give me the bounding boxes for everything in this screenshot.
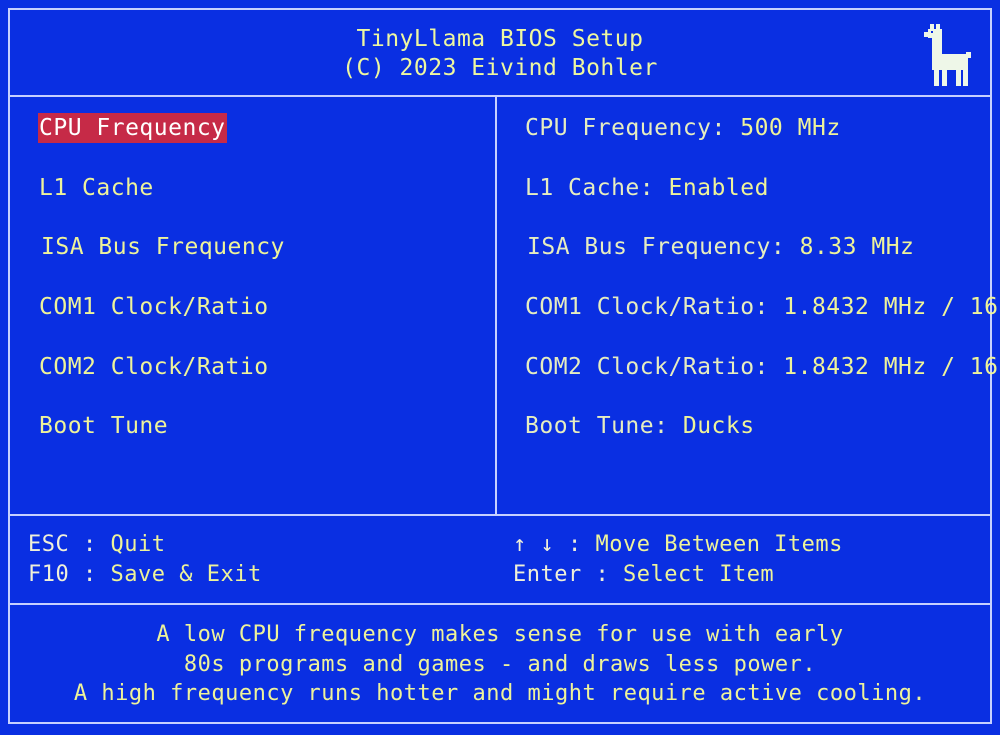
key-help-esc: ESC : Quit (28, 530, 165, 560)
value-cpu-frequency: CPU Frequency: 500 MHz (525, 113, 841, 143)
frame-keys-divider (8, 603, 992, 605)
frame-header-divider (8, 95, 992, 97)
key-separator: : (595, 562, 610, 587)
value-text: Enabled (668, 175, 769, 201)
menu-item-l1-cache[interactable]: L1 Cache (38, 173, 155, 203)
value-label: COM2 Clock/Ratio: (525, 354, 769, 380)
value-com1-clock-ratio: COM1 Clock/Ratio: 1.8432 MHz / 16 (525, 292, 998, 322)
value-boot-tune: Boot Tune: Ducks (525, 411, 755, 441)
value-l1-cache: L1 Cache: Enabled (525, 173, 769, 203)
value-label: ISA Bus Frequency: (527, 234, 786, 260)
value-label: CPU Frequency: (525, 115, 726, 141)
key-name: F10 (28, 562, 70, 587)
key-help-enter: Enter : Select Item (513, 560, 774, 590)
menu-item-isa-bus-frequency[interactable]: ISA Bus Frequency (40, 232, 286, 262)
arrow-keys-icon: ↑ ↓ (513, 532, 555, 557)
key-description: Move Between Items (595, 532, 843, 557)
key-name: ESC (28, 532, 70, 557)
key-help-f10: F10 : Save & Exit (28, 560, 262, 590)
value-com2-clock-ratio: COM2 Clock/Ratio: 1.8432 MHz / 16 (525, 352, 998, 382)
help-description: A low CPU frequency makes sense for use … (0, 620, 1000, 709)
value-text: 500 MHz (740, 115, 841, 141)
value-text: 1.8432 MHz / 16 (783, 294, 999, 320)
menu-item-cpu-frequency[interactable]: CPU Frequency (38, 113, 227, 143)
key-description: Save & Exit (110, 562, 262, 587)
frame-left-border (8, 8, 10, 724)
key-description: Select Item (622, 562, 775, 587)
key-help-arrows: ↑ ↓ : Move Between Items (513, 530, 843, 560)
help-line-2: 80s programs and games - and draws less … (183, 651, 817, 677)
help-line-3: A high frequency runs hotter and might r… (73, 681, 927, 706)
value-label: L1 Cache: (525, 175, 655, 201)
value-text: Ducks (682, 413, 755, 439)
key-name: Enter (513, 562, 582, 587)
page-title: TinyLlama BIOS Setup (356, 26, 644, 52)
key-separator: : (568, 532, 582, 557)
value-text: 8.33 MHz (799, 234, 915, 260)
key-separator: : (83, 562, 97, 587)
menu-item-com2-clock-ratio[interactable]: COM2 Clock/Ratio (38, 352, 270, 382)
frame-body-divider (8, 514, 992, 516)
copyright-text: (C) 2023 Eivind Bohler (342, 55, 658, 81)
value-isa-bus-frequency: ISA Bus Frequency: 8.33 MHz (527, 232, 914, 262)
llama-icon (924, 24, 971, 86)
key-separator: : (83, 532, 97, 557)
value-label: COM1 Clock/Ratio: (525, 294, 769, 320)
bios-title: TinyLlama BIOS Setup (C) 2023 Eivind Boh… (0, 25, 1000, 83)
key-description: Quit (110, 532, 166, 557)
value-text: 1.8432 MHz / 16 (783, 354, 999, 380)
frame-center-divider (495, 95, 497, 516)
frame-bottom-border (8, 722, 992, 724)
help-line-1: A low CPU frequency makes sense for use … (156, 622, 844, 647)
menu-item-boot-tune[interactable]: Boot Tune (38, 411, 169, 441)
bios-screen: TinyLlama BIOS Setup (C) 2023 Eivind Boh… (0, 0, 1000, 735)
menu-item-com1-clock-ratio[interactable]: COM1 Clock/Ratio (38, 292, 270, 322)
frame-top-border (8, 8, 992, 10)
value-label: Boot Tune: (525, 413, 669, 439)
